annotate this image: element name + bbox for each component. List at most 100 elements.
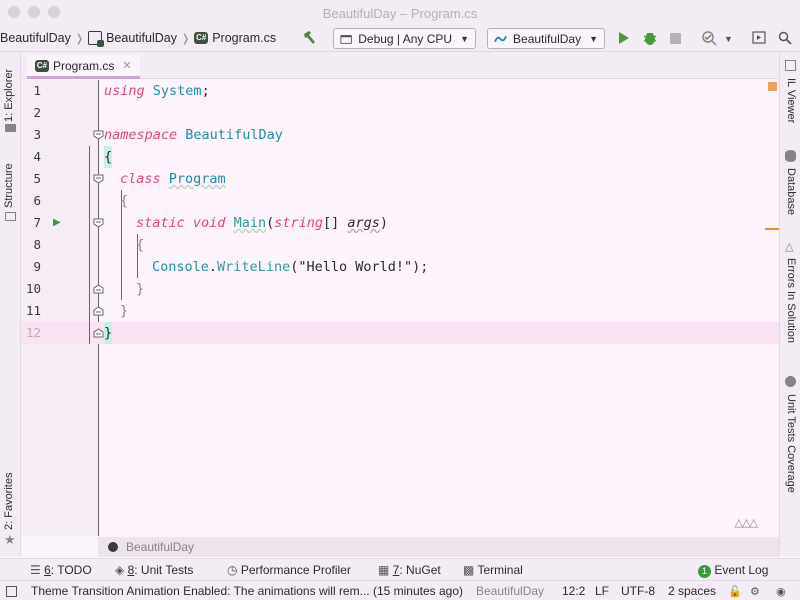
debug-bug-icon[interactable] (642, 30, 658, 49)
inspection-status-icon[interactable] (768, 82, 777, 91)
lock-icon[interactable]: 🔓 (728, 585, 742, 598)
line-number: 5 (33, 171, 41, 186)
status-indent[interactable]: 2 spaces (668, 584, 716, 598)
breadcrumb-file[interactable]: Program.cs (212, 31, 276, 45)
code-line-10: } (136, 281, 145, 297)
fold-open-icon[interactable] (93, 218, 104, 228)
line-number: 7 (33, 215, 41, 230)
error-stripe-marker[interactable] (765, 228, 779, 230)
status-message[interactable]: Theme Transition Animation Enabled: The … (31, 584, 463, 598)
chevron-down-icon: ▼ (460, 33, 469, 44)
namespace-icon (108, 542, 118, 552)
fold-open-icon[interactable] (93, 174, 104, 184)
status-caret-position[interactable]: 12:2 (562, 584, 585, 598)
code-line-7: static void Main(string[] args) (136, 215, 389, 231)
unit-tests-tool-button[interactable]: ◈ 8: Unit Tests (115, 563, 193, 577)
code-line-12: } (104, 322, 113, 344)
line-number: 3 (33, 127, 41, 142)
code-line-9: Console.WriteLine("Hello World!"); (152, 259, 429, 275)
indent-guide (89, 146, 90, 344)
right-tool-strip: IL Viewer Database △ Errors In Solution … (779, 52, 800, 556)
line-number: 9 (33, 259, 41, 274)
database-icon (785, 150, 796, 162)
line-number: 10 (25, 281, 41, 296)
line-number: 2 (33, 105, 41, 120)
code-line-11: } (120, 303, 129, 319)
fold-close-icon[interactable] (93, 284, 104, 294)
editor-breadcrumb[interactable]: BeautifulDay (98, 537, 779, 557)
search-everywhere-icon[interactable] (778, 31, 792, 48)
current-line-highlight (21, 322, 779, 344)
event-count-badge: 1 (698, 565, 711, 578)
editor-tab-bar: C# Program.cs ✕ (21, 52, 779, 79)
project-icon (88, 31, 105, 47)
code-line-6: { (120, 193, 129, 209)
breadcrumb-project[interactable]: BeautifulDay (106, 31, 177, 45)
attach-process-icon[interactable] (701, 30, 721, 49)
structure-tool-button[interactable]: Structure (3, 163, 15, 208)
list-icon: ☰ (30, 563, 45, 577)
dotnet-icon (494, 35, 507, 42)
database-tool-button[interactable]: Database (785, 168, 797, 215)
layout-icon[interactable] (752, 31, 766, 47)
explorer-tool-button[interactable]: 1: Explorer (3, 69, 15, 122)
todo-tool-button[interactable]: ☰ 6: TODO (30, 563, 92, 577)
csharp-file-icon: C# (194, 32, 209, 44)
close-icon[interactable]: ✕ (122, 59, 131, 72)
code-line-1: using System; (104, 83, 210, 99)
event-log-tool-button[interactable]: 1 Event Log (698, 563, 768, 578)
stop-icon[interactable] (670, 33, 681, 44)
left-tool-strip: 1: Explorer Structure 2: Favorites ★ (0, 52, 21, 556)
code-line-5: class Program (120, 171, 226, 187)
code-editor[interactable]: 1 2 3 4 5 6 7 8 9 10 11 12 ▶ using Syste… (21, 80, 779, 536)
il-viewer-tool-button[interactable]: IL Viewer (785, 78, 797, 123)
status-line-separator[interactable]: LF (595, 584, 609, 598)
line-number: 12 (25, 325, 41, 340)
tab-program-cs[interactable]: C# Program.cs ✕ (27, 55, 140, 79)
breadcrumb: BeautifulDay ❭ BeautifulDay ❭ C# Program… (0, 31, 276, 47)
unit-tests-coverage-tool-button[interactable]: Unit Tests Coverage (785, 394, 797, 493)
run-icon[interactable] (618, 31, 630, 48)
configuration-icon (340, 34, 352, 44)
performance-profiler-tool-button[interactable]: ◷ Performance Profiler (227, 563, 351, 577)
code-line-4: { (104, 146, 113, 168)
tool-windows-toggle-icon[interactable] (6, 586, 17, 597)
line-number: 1 (33, 83, 41, 98)
title-bar: BeautifulDay – Program.cs (0, 0, 800, 26)
chevron-down-icon[interactable]: ▼ (724, 34, 733, 44)
line-number: 4 (33, 149, 41, 164)
status-encoding[interactable]: UTF-8 (621, 584, 655, 598)
chevron-right-icon: ❭ (180, 32, 191, 45)
fold-close-icon[interactable] (93, 306, 104, 316)
code-line-3: namespace BeautifulDay (104, 127, 283, 143)
star-icon: ★ (4, 532, 16, 547)
build-hammer-icon[interactable] (301, 30, 317, 49)
run-gutter-icon[interactable]: ▶ (53, 212, 61, 234)
fold-close-icon[interactable] (93, 328, 104, 338)
hector-icon[interactable]: △△△ (735, 516, 758, 529)
code-line-8: { (136, 237, 145, 253)
inspector-icon[interactable]: ⚙ (750, 585, 760, 598)
status-project[interactable]: BeautifulDay (476, 584, 544, 598)
line-number: 11 (25, 303, 41, 318)
folder-icon (5, 124, 16, 132)
configuration-combo[interactable]: Debug | Any CPU ▼ (333, 28, 476, 49)
run-configuration-combo[interactable]: BeautifulDay ▼ (487, 28, 605, 49)
coverage-icon (785, 376, 796, 387)
breadcrumb-solution[interactable]: BeautifulDay (0, 31, 71, 45)
terminal-icon: ▩ (463, 563, 478, 577)
configuration-label: Debug | Any CPU (358, 31, 453, 46)
structure-icon (5, 212, 16, 221)
window-title: BeautifulDay – Program.cs (322, 6, 478, 21)
memory-icon[interactable]: ◉ (776, 585, 786, 598)
nuget-tool-button[interactable]: ▦ 7: NuGet (378, 563, 441, 577)
fold-open-icon[interactable] (93, 130, 104, 140)
errors-in-solution-tool-button[interactable]: Errors In Solution (785, 258, 797, 343)
terminal-tool-button[interactable]: ▩ Terminal (463, 563, 523, 577)
favorites-tool-button[interactable]: 2: Favorites (3, 473, 15, 530)
chevron-right-icon: ❭ (74, 32, 85, 45)
tool-window-bar: ☰ 6: TODO ◈ 8: Unit Tests ◷ Performance … (0, 558, 800, 580)
run-configuration-label: BeautifulDay (513, 31, 582, 46)
line-number: 8 (33, 237, 41, 252)
editor-breadcrumb-label: BeautifulDay (126, 540, 195, 554)
